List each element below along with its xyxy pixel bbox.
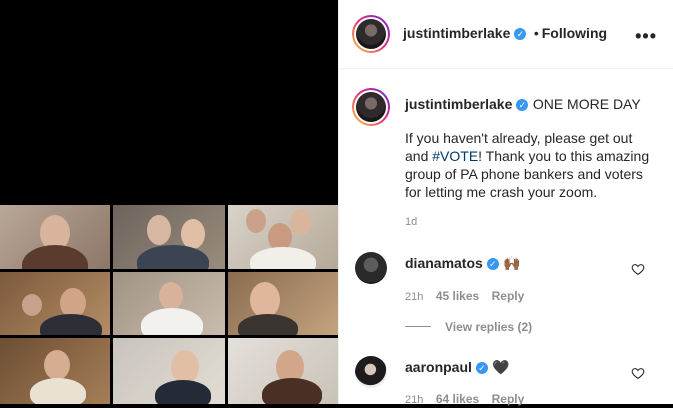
video-tile [228, 205, 338, 269]
caption-body: If you haven't already, please get out a… [405, 130, 650, 200]
like-heart-icon[interactable] [631, 366, 645, 380]
video-tile [228, 272, 338, 335]
video-tile [113, 205, 225, 269]
verified-icon: ✓ [516, 98, 529, 111]
separator-dot: • [533, 25, 539, 41]
commenter-avatar[interactable] [355, 252, 387, 284]
caption-username[interactable]: justintimberlake [405, 96, 512, 112]
view-replies-label[interactable]: View replies (2) [445, 320, 532, 334]
comment: aaronpaul ✓ 🖤 [405, 359, 510, 377]
author-username[interactable]: justintimberlake [403, 25, 510, 41]
video-tile [113, 338, 225, 404]
divider [405, 326, 431, 328]
caption-title: ONE MORE DAY [532, 96, 641, 112]
caption-avatar[interactable] [352, 88, 390, 126]
video-tile [0, 338, 110, 404]
verified-icon: ✓ [514, 27, 527, 40]
like-heart-icon[interactable] [631, 262, 645, 276]
comment-likes[interactable]: 45 likes [436, 289, 479, 303]
comment-text: 🖤 [492, 359, 510, 375]
comment-text: 🙌🏾 [503, 255, 521, 271]
reply-button[interactable]: Reply [492, 289, 525, 303]
view-replies[interactable]: View replies (2) [405, 318, 532, 336]
verified-icon: ✓ [475, 361, 488, 374]
video-tile [0, 272, 110, 335]
video-tile [228, 338, 338, 404]
commenter-avatar[interactable] [355, 356, 387, 388]
avatar[interactable] [352, 15, 390, 53]
post-header: justintimberlake ✓ • Following ••• [339, 0, 673, 69]
comment-time[interactable]: 21h [405, 291, 423, 303]
caption-timestamp[interactable]: 1d [405, 216, 417, 228]
video-tile [0, 205, 110, 269]
comment-username[interactable]: aaronpaul [405, 359, 472, 375]
comment-username[interactable]: dianamatos [405, 255, 483, 271]
video-tile [113, 272, 225, 335]
more-options-icon[interactable]: ••• [635, 26, 657, 47]
post-sidebar: justintimberlake ✓ • Following ••• justint… [338, 0, 673, 406]
verified-icon: ✓ [486, 257, 499, 270]
comment: dianamatos ✓ 🙌🏾 [405, 255, 521, 273]
post-media[interactable] [0, 0, 338, 404]
comment-meta: 21h 64 likes Reply [405, 390, 524, 408]
following-button[interactable]: Following [542, 25, 607, 41]
comment-meta: 21h 45 likes Reply [405, 287, 524, 305]
zoom-grid [0, 205, 338, 404]
caption-header: justintimberlake ✓ ONE MORE DAY [405, 95, 655, 114]
hashtag-link[interactable]: #VOTE [432, 148, 478, 164]
comment-time[interactable]: 21h [405, 394, 423, 406]
